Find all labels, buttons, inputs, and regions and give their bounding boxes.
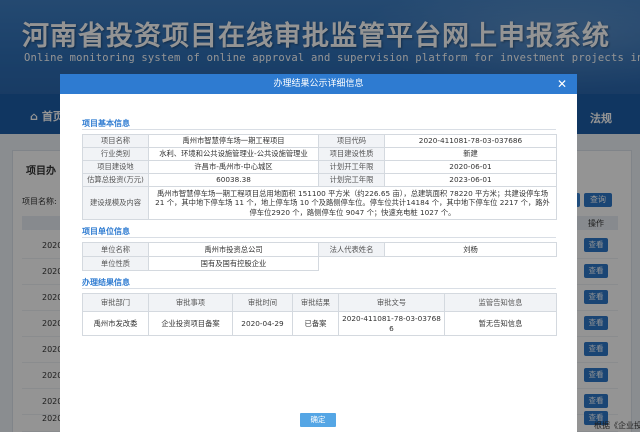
start-label: 计划开工年限 [318, 160, 385, 174]
scope-content: 禹州市智慧停车场一期工程项目总用地面积 151100 平方米（约226.65 亩… [148, 186, 557, 220]
unit-empty-cell [319, 257, 557, 271]
result-doc-no: 2020-411081-78-03-037686 [338, 311, 445, 336]
result-row: 禹州市发改委 企业投资项目备案 2020-04-29 已备案 2020-4110… [82, 311, 557, 336]
industry-label: 行业类别 [82, 147, 149, 161]
unit-name: 禹州市投资总公司 [148, 242, 319, 257]
modal-title: 办理结果公示详细信息 [273, 79, 364, 89]
location-label: 项目建设地 [82, 160, 149, 174]
project-code-label: 项目代码 [318, 134, 385, 148]
section-basic-title: 项目基本信息 [82, 118, 556, 130]
investment-label: 估算总投资(万元) [82, 173, 149, 187]
project-name: 禹州市智慧停车场一期工程项目 [148, 134, 319, 148]
build-nature: 新建 [384, 147, 557, 161]
legal-rep-label: 法人代表姓名 [318, 242, 385, 257]
result-header: 审批文号 [338, 293, 445, 312]
scope-label: 建设规模及内容 [82, 186, 149, 220]
project-name-label: 项目名称 [82, 134, 149, 148]
build-nature-label: 项目建设性质 [318, 147, 385, 161]
result-notice: 暂无告知信息 [444, 311, 557, 336]
legal-rep: 刘杨 [384, 242, 557, 257]
result-dept: 禹州市发改委 [82, 311, 149, 336]
section-result-title: 办理结果信息 [82, 277, 556, 289]
modal-header: 办理结果公示详细信息 ✕ [60, 74, 577, 94]
investment: 60038.38 [148, 173, 319, 187]
close-icon[interactable]: ✕ [555, 77, 569, 91]
unit-nature: 国有及国有控股企业 [148, 256, 319, 271]
result-item: 企业投资项目备案 [148, 311, 233, 336]
section-unit-title: 项目单位信息 [82, 226, 556, 238]
unit-nature-label: 单位性质 [82, 256, 149, 271]
unit-name-label: 单位名称 [82, 242, 149, 257]
unit-info-table: 单位名称 禹州市投资总公司 法人代表姓名 刘杨 单位性质 国有及国有控股企业 [82, 242, 557, 271]
result-detail-modal: 办理结果公示详细信息 ✕ 项目基本信息 项目名称 禹州市智慧停车场一期工程项目 … [60, 74, 577, 432]
confirm-button[interactable]: 确定 [300, 413, 336, 427]
start-date: 2020-06-01 [384, 160, 557, 174]
result-header: 审批结果 [292, 293, 339, 312]
result-header: 审批部门 [82, 293, 149, 312]
industry: 水利、环境和公共设施管理业-公共设施管理业 [148, 147, 319, 161]
modal-body: 项目基本信息 项目名称 禹州市智慧停车场一期工程项目 项目代码 2020-411… [82, 118, 557, 336]
result-status: 已备案 [292, 311, 339, 336]
result-header: 监管告知信息 [444, 293, 557, 312]
result-table: 审批部门 审批事项 审批时间 审批结果 审批文号 监管告知信息 禹州市发改委 企… [82, 293, 557, 336]
finish-date: 2023-06-01 [384, 173, 557, 187]
result-date: 2020-04-29 [232, 311, 293, 336]
location: 许昌市-禹州市-中心城区 [148, 160, 319, 174]
finish-label: 计划完工年限 [318, 173, 385, 187]
result-header: 审批事项 [148, 293, 233, 312]
basic-info-table: 项目名称 禹州市智慧停车场一期工程项目 项目代码 2020-411081-78-… [82, 134, 557, 220]
result-header: 审批时间 [232, 293, 293, 312]
project-code: 2020-411081-78-03-037686 [384, 134, 557, 148]
